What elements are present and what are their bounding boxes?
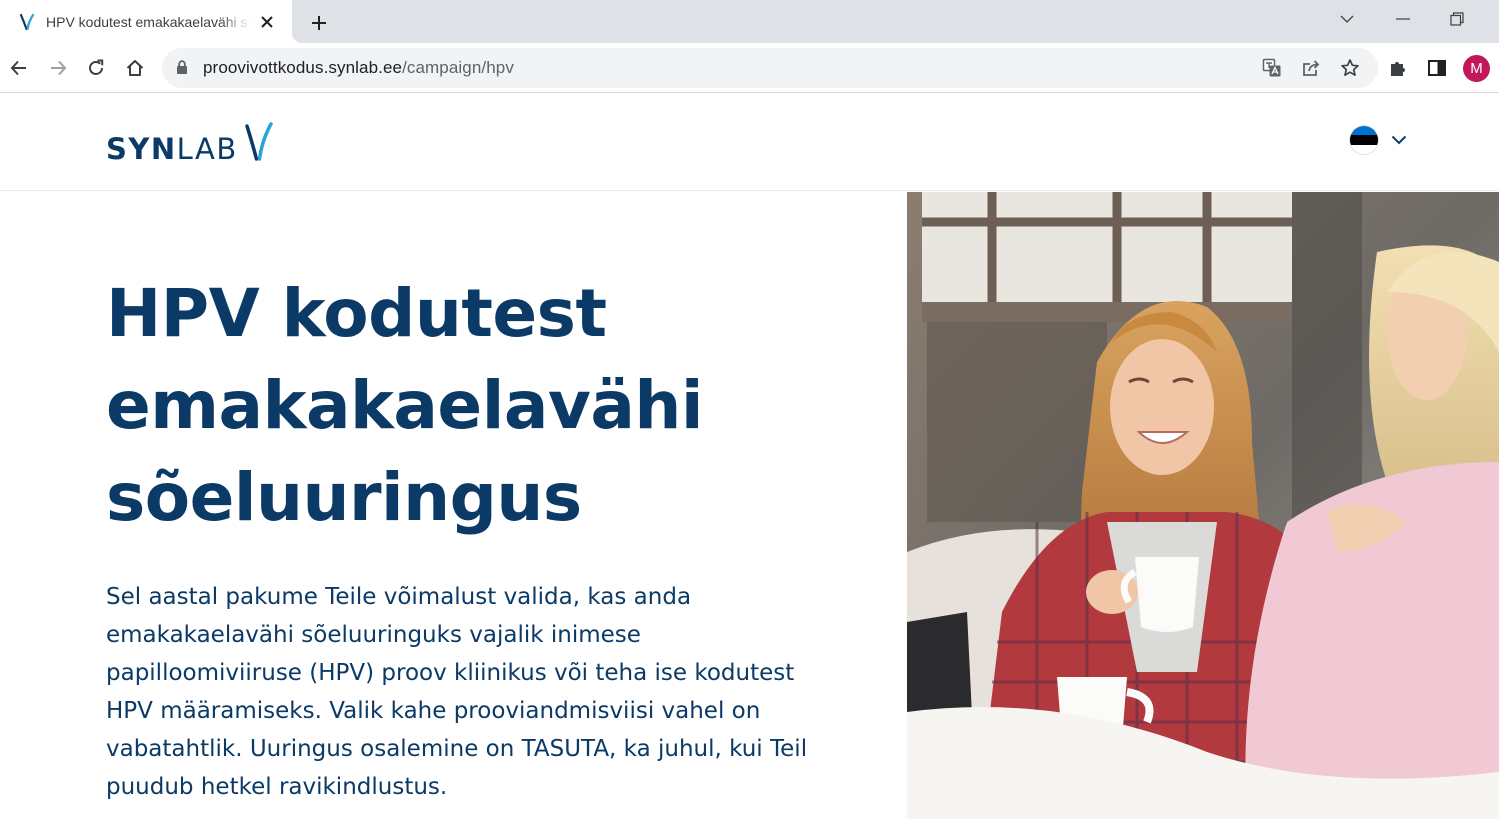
logo-text-bold: SYN: [106, 132, 177, 166]
side-panel-icon: [1428, 60, 1446, 76]
tab-strip-background: [292, 0, 1499, 43]
translate-button[interactable]: [1261, 57, 1283, 79]
synlab-logo[interactable]: SYNLAB: [106, 122, 274, 164]
hero-description-line: Sel aastal pakume Teile võimalust valida…: [106, 584, 692, 610]
translate-icon: [1262, 58, 1281, 77]
restore-icon: [1450, 12, 1464, 26]
chevron-down-icon: [1340, 15, 1354, 23]
logo-text: SYNLAB: [106, 135, 238, 164]
star-icon: [1341, 59, 1359, 77]
plus-icon: [312, 16, 326, 30]
hero-title-line: sõeluuringus: [106, 459, 582, 536]
hero-description-line: vabatahtlik. Uuringus osalemine on TASUT…: [106, 736, 808, 762]
reload-icon: [89, 59, 104, 75]
extensions-button[interactable]: [1386, 56, 1410, 80]
estonian-flag-icon: [1349, 125, 1379, 155]
side-panel-button[interactable]: [1425, 56, 1449, 80]
restore-button[interactable]: [1442, 6, 1472, 32]
home-icon: [126, 60, 144, 76]
browser-tab[interactable]: HPV kodutest emakakaelavähi sõeluuringus: [0, 0, 292, 44]
browser-toolbar: proovivottkodus.synlab.ee/campaign/hpv M: [0, 44, 1499, 93]
close-icon[interactable]: [256, 11, 278, 33]
hero-description-line: HPV määramiseks. Valik kahe prooviandmis…: [106, 698, 761, 724]
url-text[interactable]: proovivottkodus.synlab.ee/campaign/hpv: [203, 58, 514, 78]
two-women-drinking-coffee-illustration: [907, 192, 1499, 819]
chevron-down-icon: [1391, 135, 1407, 145]
synlab-mark-icon: [244, 122, 273, 161]
url-host: proovivottkodus.synlab.ee: [203, 58, 403, 77]
synlab-favicon-icon: [19, 13, 35, 31]
arrow-right-icon: [51, 60, 67, 76]
bookmark-button[interactable]: [1339, 57, 1361, 79]
forward-button[interactable]: [44, 54, 72, 82]
back-button[interactable]: [5, 54, 33, 82]
hero-title: HPV kodutest emakakaelavähi sõeluuringus: [106, 268, 866, 544]
profile-avatar[interactable]: M: [1463, 55, 1490, 82]
address-bar[interactable]: proovivottkodus.synlab.ee/campaign/hpv: [162, 48, 1378, 88]
language-selector[interactable]: [1349, 125, 1407, 155]
tab-title: HPV kodutest emakakaelavähi sõeluuringus: [46, 14, 250, 30]
puzzle-icon: [1391, 62, 1405, 76]
minimize-icon: [1396, 18, 1410, 20]
share-button[interactable]: [1300, 57, 1322, 79]
arrow-left-icon: [10, 60, 26, 76]
hero-description-line: emakakaelavähi sõeluuringuks vajalik ini…: [106, 622, 641, 648]
browser-tab-strip: HPV kodutest emakakaelavähi sõeluuringus: [0, 0, 1499, 44]
hero-description-line: puudub hetkel ravikindlustus.: [106, 774, 448, 800]
hero-photo: [907, 192, 1499, 819]
site-header: SYNLAB: [0, 94, 1499, 191]
hero-description-line: papilloomiviiruse (HPV) proov kliinikus …: [106, 660, 795, 686]
new-tab-button[interactable]: [306, 10, 332, 36]
hero-title-line: emakakaelavähi: [106, 367, 704, 444]
minimize-button[interactable]: [1388, 6, 1418, 32]
hero-description: Sel aastal pakume Teile võimalust valida…: [106, 578, 808, 806]
reload-button[interactable]: [82, 54, 110, 82]
url-path: /campaign/hpv: [402, 58, 514, 77]
logo-text-light: LAB: [176, 132, 238, 166]
tab-search-button[interactable]: [1332, 6, 1362, 32]
lock-icon[interactable]: [176, 60, 188, 75]
home-button[interactable]: [121, 54, 149, 82]
hero-title-line: HPV kodutest: [106, 275, 607, 352]
share-icon: [1303, 60, 1320, 76]
